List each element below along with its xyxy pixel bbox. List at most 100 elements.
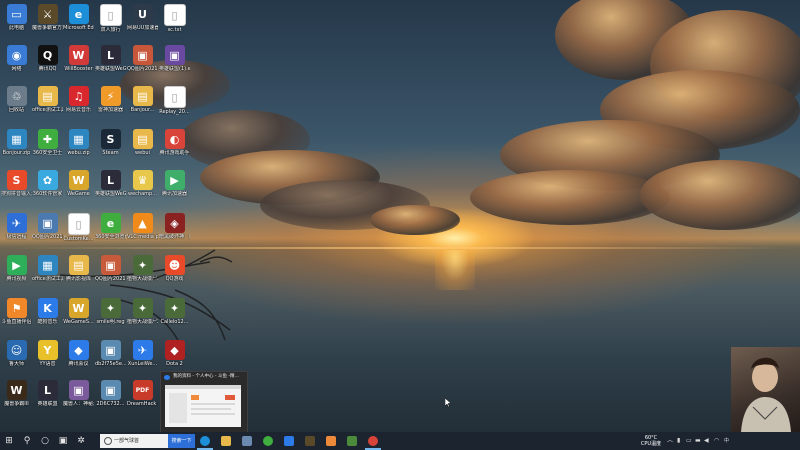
desktop-icon[interactable]: ☻ QQ游戏 <box>159 253 190 291</box>
desktop-icon[interactable]: ▣英雄联盟(1).exe <box>159 43 190 81</box>
desktop-icon[interactable]: ◉ 网络 <box>1 43 32 81</box>
desktop-icon[interactable]: ✦植物大战僵尸2.reg <box>127 296 158 334</box>
desktop-icon[interactable]: ▣ 2D6C732... <box>95 378 126 416</box>
cpu-temperature-widget[interactable]: 60°C CPU温度 <box>640 435 662 447</box>
desktop-icon[interactable]: ♛ wechamp... <box>127 168 158 206</box>
taskbar-thumbnail-preview[interactable]: 我的资料 - 个人中心 - 斗鱼 -精... <box>160 371 248 433</box>
taskbar-app-360-icon[interactable] <box>263 436 273 446</box>
desktop-icon[interactable]: S Steam <box>95 127 126 165</box>
desktop-icon[interactable]: ▭ 此电脑 <box>1 2 32 40</box>
desktop-icon[interactable]: ▶ 腾讯加速器 <box>159 168 190 206</box>
taskbar-search-input[interactable]: 一部气球首 <box>100 434 168 448</box>
desktop-icon[interactable]: L英雄联盟WeGame版 <box>95 43 126 81</box>
desktop-icon[interactable]: L英雄联盟WeGame版 <box>95 168 126 206</box>
taskbar-app-mail-icon[interactable] <box>284 436 294 446</box>
desktop-icon[interactable]: eMicrosoft Edge <box>63 2 94 40</box>
preview-thumbnail[interactable] <box>165 385 241 427</box>
microphone-icon[interactable]: ▮ <box>677 438 683 444</box>
desktop-icon-label: 网络 <box>11 66 22 72</box>
app-icon: ◐ <box>164 129 185 149</box>
desktop-icon[interactable]: ▯ sc.txt <box>159 2 190 40</box>
desktop-icon[interactable]: L 英雄联盟 <box>32 378 63 416</box>
desktop-icon-label: WillBooster <box>64 66 93 72</box>
taskbar-app-edge-icon[interactable] <box>200 436 210 446</box>
desktop-icon[interactable]: ▯ CustomKe... <box>63 211 94 249</box>
desktop-icon[interactable]: ◈暗黑破坏神：魔法... <box>159 211 190 249</box>
desktop-icon[interactable]: ▣QQ图片20210707... <box>95 253 126 291</box>
desktop-icon[interactable]: ▣QQ图片20210504... <box>32 211 63 249</box>
desktop-icon[interactable]: ▤ Banjour... <box>127 84 158 122</box>
wifi-icon[interactable]: ◠ <box>714 438 720 444</box>
desktop-icon[interactable]: ☺ 鲁大师 <box>1 338 32 376</box>
desktop-icon[interactable]: U 网易UU加速器 <box>127 2 158 40</box>
desktop-icon[interactable]: ▦office测试工具.zip <box>32 253 63 291</box>
app-icon: ▤ <box>132 86 153 106</box>
app-icon: ♫ <box>68 86 89 106</box>
desktop-icon[interactable]: ✦ smile明.reg <box>95 296 126 334</box>
desktop-icon[interactable]: ▶ 腾讯视频 <box>1 253 32 291</box>
desktop-icon[interactable]: ▣魔兽人：神秘海滨 <box>63 378 94 416</box>
desktop-icon[interactable]: ▤ webui <box>127 127 158 165</box>
taskbar-app-explorer-icon[interactable] <box>221 436 231 446</box>
volume-icon[interactable]: ◀ <box>704 438 710 444</box>
desktop-icon[interactable]: ✈ 极信远程 <box>1 211 32 249</box>
desktop-icon[interactable]: ✿ 360软件管家 <box>32 168 63 206</box>
desktop-icon[interactable]: ▤ 腾讯影视库 <box>63 253 94 291</box>
desktop-icon[interactable]: W WillBooster <box>63 43 94 81</box>
desktop-icon[interactable]: ▯ 双人旅行 <box>95 2 126 40</box>
desktop-icon[interactable]: ▯ Replay_20... <box>159 84 190 122</box>
desktop-icon[interactable]: S搜狗拼音输入法.exe <box>1 168 32 206</box>
desktop-icon[interactable]: W WeGameS... <box>63 296 94 334</box>
desktop-icon[interactable]: ▣ db2f75e5e... <box>95 338 126 376</box>
cortana-button[interactable]: ○ <box>36 432 54 450</box>
desktop-icon[interactable]: ⚔魔兽争霸官方对战平台 <box>32 2 63 40</box>
desktop-icon[interactable]: K 酷狗音乐 <box>32 296 63 334</box>
desktop-icon-label: 植物大战僵尸.reg <box>127 276 158 282</box>
task-view-button[interactable]: ▣ <box>54 432 72 450</box>
desktop-icon[interactable]: ♲ 回收站 <box>1 84 32 122</box>
network-icon[interactable]: ▭ <box>686 438 692 444</box>
desktop-icon[interactable]: ⚑ 斗鱼直播伴侣 <box>1 296 32 334</box>
desktop-icon[interactable]: ▣QQ图片20210621... <box>127 43 158 81</box>
start-button[interactable]: ⊞ <box>0 432 18 450</box>
desktop-icon[interactable]: ⚡ 雷神加速器 <box>95 84 126 122</box>
battery-icon[interactable]: ▬ <box>695 438 701 444</box>
person-silhouette <box>741 357 791 432</box>
taskbar-app-app-orange-icon[interactable] <box>326 436 336 446</box>
app-icon: ▤ <box>68 255 89 275</box>
desktop-icon-label: WeGameS... <box>63 319 94 325</box>
app-icon: W <box>6 380 27 400</box>
search-button-icon[interactable]: ⚲ <box>18 432 36 450</box>
taskbar-app-store-icon[interactable] <box>242 436 252 446</box>
taskbar-app-app-green-icon[interactable] <box>347 436 357 446</box>
taskbar-app-warcraft-icon[interactable] <box>305 436 315 446</box>
desktop-icon[interactable]: PDFDreamHack WC3 Ope... <box>127 378 158 416</box>
desktop-icon[interactable]: W WeGame <box>63 168 94 206</box>
desktop-icon[interactable]: ▲VLC media player <box>127 211 158 249</box>
desktop-icon[interactable]: ▦ webu.zip <box>63 127 94 165</box>
desktop-icon[interactable]: ✚ 360安全卫士 <box>32 127 63 165</box>
desktop-icon[interactable]: ✦植物大战僵尸.reg <box>127 253 158 291</box>
desktop-icon-label: smile明.reg <box>96 319 125 325</box>
desktop-icon[interactable]: ▦ Bonjour.zip <box>1 127 32 165</box>
desktop-icon[interactable]: e360安全浏览器 <box>95 211 126 249</box>
desktop-icon[interactable]: Q 腾讯QQ <box>32 43 63 81</box>
desktop-icon[interactable]: ♫ 网易云音乐 <box>63 84 94 122</box>
desktop-icon[interactable]: ◐ 腾讯游戏助手 <box>159 127 190 165</box>
desktop-icon[interactable]: Y YY语音 <box>32 338 63 376</box>
desktop-icon[interactable]: ◆ 腾讯会议 <box>63 338 94 376</box>
app-icon: ▦ <box>68 129 89 149</box>
app-icon: ♲ <box>6 86 27 106</box>
desktop-icon[interactable]: ✈ XunLeiWe... <box>127 338 158 376</box>
desktop-icon[interactable]: ✦ Callelo12... <box>159 296 190 334</box>
desktop-icon[interactable]: W 魔兽争霸III <box>1 378 32 416</box>
desktop-icon-label: DreamHack WC3 Ope... <box>127 401 158 407</box>
desktop-icon[interactable]: ▤ office测试工具 <box>32 84 63 122</box>
taskbar-app-chrome-icon[interactable] <box>368 436 378 446</box>
ime-indicator[interactable]: 中 <box>724 438 730 444</box>
desktop-icon-label: webui <box>135 150 150 156</box>
taskbar-search-submit[interactable]: 搜索一下 <box>168 434 195 448</box>
app-icon: ⚔ <box>37 4 58 24</box>
widgets-button[interactable]: ✲ <box>72 432 90 450</box>
tray-expand-icon[interactable]: ︿ <box>667 438 673 444</box>
